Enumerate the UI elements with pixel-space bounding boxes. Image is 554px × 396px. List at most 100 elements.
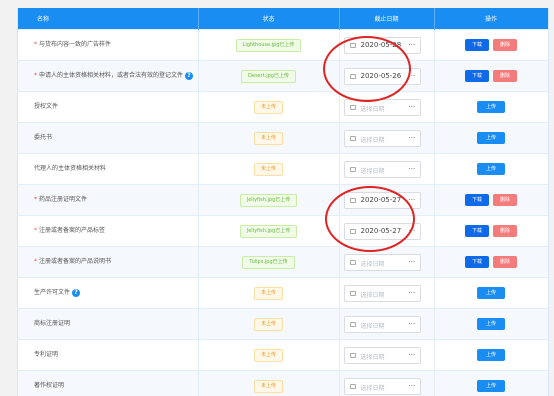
more-icon[interactable]: ... bbox=[409, 256, 416, 264]
date-picker-input[interactable]: 2020-05-27... bbox=[343, 191, 421, 209]
delete-button[interactable]: 删除 bbox=[493, 194, 518, 206]
table-row: 专利证明 未上传 选择日期... 上传 bbox=[18, 339, 548, 371]
status-cell: Tulips.jpg已上传 bbox=[198, 246, 340, 278]
date-picker-input[interactable]: 选择日期... bbox=[343, 315, 421, 333]
upload-button[interactable]: 上传 bbox=[476, 163, 505, 175]
deadline-cell: 选择日期... bbox=[339, 91, 435, 123]
documents-panel: 名称 状态 截止日期 操作 * 与货布内容一致的广告样件 Lighthouse.jp… bbox=[17, 8, 549, 396]
download-button[interactable]: 下载 bbox=[464, 256, 489, 268]
table-row: 商标注册证明 未上传 选择日期... 上传 bbox=[18, 308, 548, 340]
more-icon[interactable]: ... bbox=[409, 194, 416, 202]
deadline-cell: 选择日期... bbox=[339, 246, 435, 278]
more-icon[interactable]: ... bbox=[409, 70, 416, 78]
actions-cell: 上传 bbox=[434, 122, 548, 154]
date-picker-input[interactable]: 选择日期... bbox=[343, 377, 421, 395]
actions-cell: 上传 bbox=[434, 91, 548, 123]
date-picker-input[interactable]: 选择日期... bbox=[343, 98, 421, 116]
upload-button[interactable]: 上传 bbox=[476, 318, 505, 330]
calendar-icon bbox=[349, 166, 356, 172]
required-asterisk: * bbox=[34, 258, 37, 265]
delete-button[interactable]: 删除 bbox=[493, 70, 518, 82]
status-cell: 未上传 bbox=[198, 370, 340, 396]
status-cell: Lighthouse.jpg已上传 bbox=[198, 29, 340, 61]
upload-label: 上传 bbox=[485, 104, 496, 110]
date-placeholder: 选择日期 bbox=[360, 167, 385, 175]
required-asterisk: * bbox=[34, 227, 37, 234]
status-cell: 未上传 bbox=[198, 153, 340, 185]
header-name: 名称 bbox=[18, 8, 199, 30]
header-status: 状态 bbox=[198, 8, 340, 30]
more-icon[interactable]: ... bbox=[409, 287, 416, 295]
help-icon[interactable]: ? bbox=[72, 288, 81, 297]
download-button[interactable]: 下载 bbox=[464, 39, 489, 51]
date-picker-input[interactable]: 选择日期... bbox=[343, 284, 421, 302]
deadline-cell: 2020-05-27... bbox=[339, 184, 435, 216]
delete-label: 删除 bbox=[500, 259, 511, 265]
more-icon[interactable]: ... bbox=[409, 225, 416, 233]
document-name-cell: 专利证明 bbox=[18, 339, 199, 371]
document-name: 注册或者备案的产品说明书 bbox=[39, 258, 112, 265]
date-placeholder: 选择日期 bbox=[360, 353, 385, 361]
more-icon[interactable]: ... bbox=[409, 132, 416, 140]
upload-label: 上传 bbox=[485, 135, 496, 141]
date-picker-input[interactable]: 2020-05-27... bbox=[343, 222, 421, 240]
upload-button[interactable]: 上传 bbox=[476, 380, 505, 392]
date-value: 2020-05-27 bbox=[360, 195, 402, 204]
calendar-icon bbox=[349, 228, 356, 234]
date-picker-input[interactable]: 选择日期... bbox=[343, 160, 421, 178]
date-value: 2020-05-27 bbox=[360, 226, 402, 235]
table-row: 委托书 未上传 选择日期... 上传 bbox=[18, 122, 548, 154]
date-placeholder: 选择日期 bbox=[360, 136, 385, 144]
more-icon[interactable]: ... bbox=[409, 380, 416, 388]
more-icon[interactable]: ... bbox=[409, 101, 416, 109]
download-button[interactable]: 下载 bbox=[464, 225, 489, 237]
document-name-cell: * 注册或者备案的产品标签 bbox=[18, 215, 199, 247]
date-value: 2020-05-26 bbox=[360, 71, 402, 80]
status-cell: 未上传 bbox=[198, 277, 340, 309]
actions-cell: 上传 bbox=[434, 153, 548, 185]
actions-cell: 上传 bbox=[434, 308, 548, 340]
upload-button[interactable]: 上传 bbox=[476, 132, 505, 144]
delete-button[interactable]: 删除 bbox=[493, 256, 518, 268]
required-asterisk: * bbox=[34, 41, 37, 48]
status-cell: Jellyfish.jpg已上传 bbox=[198, 184, 340, 216]
delete-label: 删除 bbox=[500, 73, 511, 79]
status-cell: 未上传 bbox=[198, 91, 340, 123]
upload-button[interactable]: 上传 bbox=[476, 101, 505, 113]
date-picker-input[interactable]: 2020-05-28... bbox=[343, 36, 421, 54]
calendar-icon bbox=[349, 197, 356, 203]
calendar-icon bbox=[349, 73, 356, 79]
date-picker-input[interactable]: 选择日期... bbox=[343, 253, 421, 271]
help-icon[interactable]: ? bbox=[185, 71, 194, 80]
upload-button[interactable]: 上传 bbox=[476, 287, 505, 299]
download-button[interactable]: 下载 bbox=[464, 70, 489, 82]
download-button[interactable]: 下载 bbox=[464, 194, 489, 206]
document-name-cell: 著作权证明 bbox=[18, 370, 199, 396]
document-name-cell: 委托书 bbox=[18, 122, 199, 154]
more-icon[interactable]: ... bbox=[409, 163, 416, 171]
calendar-icon bbox=[349, 321, 356, 327]
status-cell: 未上传 bbox=[198, 308, 340, 340]
date-picker-input[interactable]: 选择日期... bbox=[343, 129, 421, 147]
deadline-cell: 2020-05-26... bbox=[339, 60, 435, 92]
status-badge: 未上传 bbox=[253, 286, 283, 300]
table-row: * 与货布内容一致的广告样件 Lighthouse.jpg已上传 2020-05-28… bbox=[18, 29, 548, 61]
actions-cell: 下载 删除 bbox=[434, 184, 548, 216]
delete-label: 删除 bbox=[500, 197, 511, 203]
status-badge: Jellyfish.jpg已上传 bbox=[239, 193, 298, 207]
table-row: * 注册或者备案的产品标签 Jellyfish.jpg已上传 2020-05-27..… bbox=[18, 215, 548, 247]
document-name: 申请人的主体资格相关材料，或者合法有效的登记文件 bbox=[39, 72, 184, 79]
status-badge: Desert.jpg已上传 bbox=[241, 69, 296, 83]
more-icon[interactable]: ... bbox=[409, 39, 416, 47]
upload-button[interactable]: 上传 bbox=[476, 349, 505, 361]
status-cell: Desert.jpg已上传 bbox=[198, 60, 340, 92]
status-cell: Jellyfish.jpg已上传 bbox=[198, 215, 340, 247]
delete-button[interactable]: 删除 bbox=[493, 39, 518, 51]
more-icon[interactable]: ... bbox=[409, 318, 416, 326]
deadline-cell: 选择日期... bbox=[339, 370, 435, 396]
delete-button[interactable]: 删除 bbox=[493, 225, 518, 237]
more-icon[interactable]: ... bbox=[409, 349, 416, 357]
date-picker-input[interactable]: 选择日期... bbox=[343, 346, 421, 364]
status-badge: 未上传 bbox=[253, 162, 283, 176]
date-picker-input[interactable]: 2020-05-26... bbox=[343, 67, 421, 85]
